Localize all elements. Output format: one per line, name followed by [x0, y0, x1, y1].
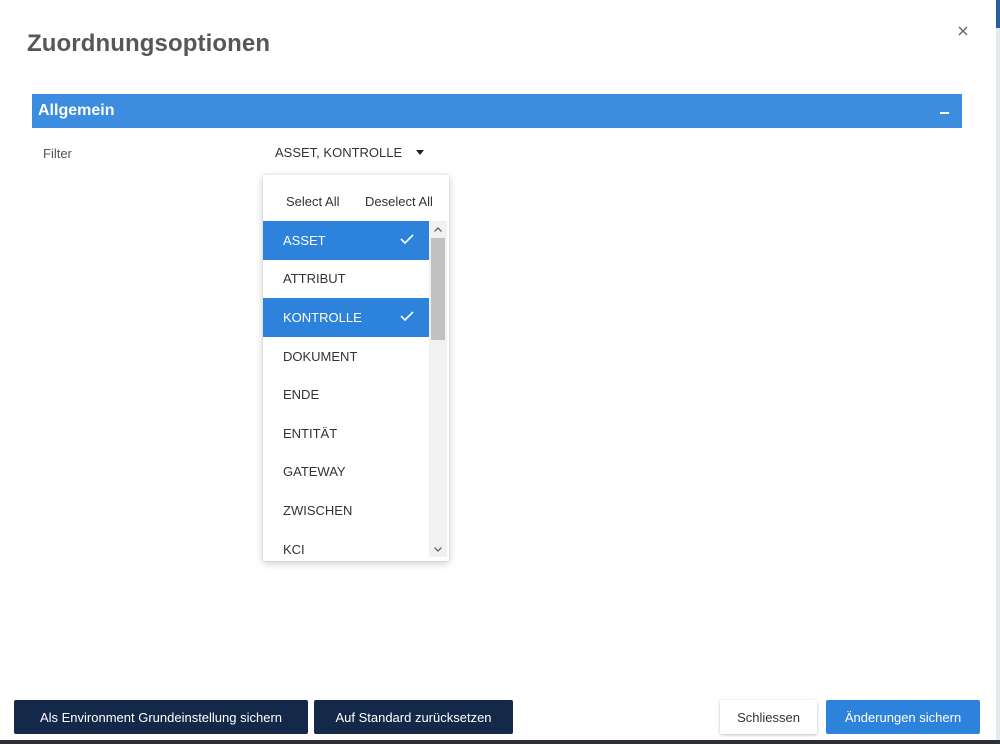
window-right-edge-accent	[996, 0, 1000, 28]
deselect-all-button[interactable]: Deselect All	[365, 194, 433, 209]
dropdown-option[interactable]: GATEWAY	[263, 453, 429, 492]
filter-selected-value: ASSET, KONTROLLE	[275, 144, 403, 160]
reset-to-default-button[interactable]: Auf Standard zurücksetzen	[314, 700, 513, 734]
save-as-environment-default-button[interactable]: Als Environment Grundeinstellung sichern	[14, 700, 308, 734]
dropdown-option[interactable]: KCI	[263, 530, 429, 559]
dropdown-scrollbar[interactable]	[429, 221, 447, 557]
window-right-edge	[996, 0, 1000, 744]
dropdown-option[interactable]: ENTITÄT	[263, 414, 429, 453]
dropdown-option-label: ENDE	[283, 387, 320, 403]
chevron-up-icon	[434, 226, 442, 232]
dropdown-option-label: ASSET	[283, 232, 326, 248]
dropdown-option-label: KONTROLLE	[283, 309, 362, 325]
section-header-allgemein[interactable]: Allgemein	[32, 94, 962, 128]
dropdown-option[interactable]: ZWISCHEN	[263, 491, 429, 530]
filter-label: Filter	[43, 146, 72, 161]
dropdown-option[interactable]: KONTROLLE	[263, 298, 429, 337]
dropdown-option[interactable]: DOKUMENT	[263, 337, 429, 376]
dropdown-option-label: KCI	[283, 541, 305, 557]
close-dialog-button[interactable]: Schliessen	[720, 700, 817, 734]
scrollbar-thumb[interactable]	[431, 238, 445, 340]
save-changes-button[interactable]: Änderungen sichern	[826, 700, 980, 734]
dialog-title: Zuordnungsoptionen	[27, 30, 271, 57]
scroll-down-button[interactable]	[429, 541, 447, 557]
window-bottom-edge	[0, 740, 1000, 744]
dropdown-actions: Select All Deselect All	[263, 175, 449, 221]
dropdown-option-label: ATTRIBUT	[283, 271, 346, 287]
caret-down-icon	[416, 149, 425, 155]
dropdown-option[interactable]: ATTRIBUT	[263, 260, 429, 299]
check-icon	[400, 234, 414, 245]
filter-select[interactable]: ASSET, KONTROLLE	[275, 141, 445, 163]
minus-icon	[939, 112, 949, 114]
close-button[interactable]	[952, 20, 974, 42]
section-title: Allgemein	[38, 102, 115, 119]
filter-dropdown: Select All Deselect All ASSET ATTRIBUT KON…	[263, 175, 449, 561]
dropdown-option-label: DOKUMENT	[283, 348, 358, 364]
dropdown-option[interactable]: ASSET	[263, 221, 429, 260]
check-icon	[400, 311, 414, 322]
collapse-button[interactable]	[934, 100, 954, 122]
dropdown-option-label: ZWISCHEN	[283, 502, 353, 518]
mapping-options-dialog: Zuordnungsoptionen Allgemein Filter ASSE…	[0, 0, 1000, 744]
dropdown-option-list: ASSET ATTRIBUT KONTROLLE DOKUMENT ENDE ENTITÄ…	[263, 221, 429, 559]
dropdown-option-label: GATEWAY	[283, 464, 346, 480]
dropdown-option[interactable]: ENDE	[263, 375, 429, 414]
chevron-down-icon	[434, 546, 442, 552]
dropdown-option-label: ENTITÄT	[283, 425, 338, 441]
scroll-up-button[interactable]	[429, 221, 447, 237]
select-all-button[interactable]: Select All	[286, 194, 339, 209]
close-icon	[958, 26, 968, 36]
